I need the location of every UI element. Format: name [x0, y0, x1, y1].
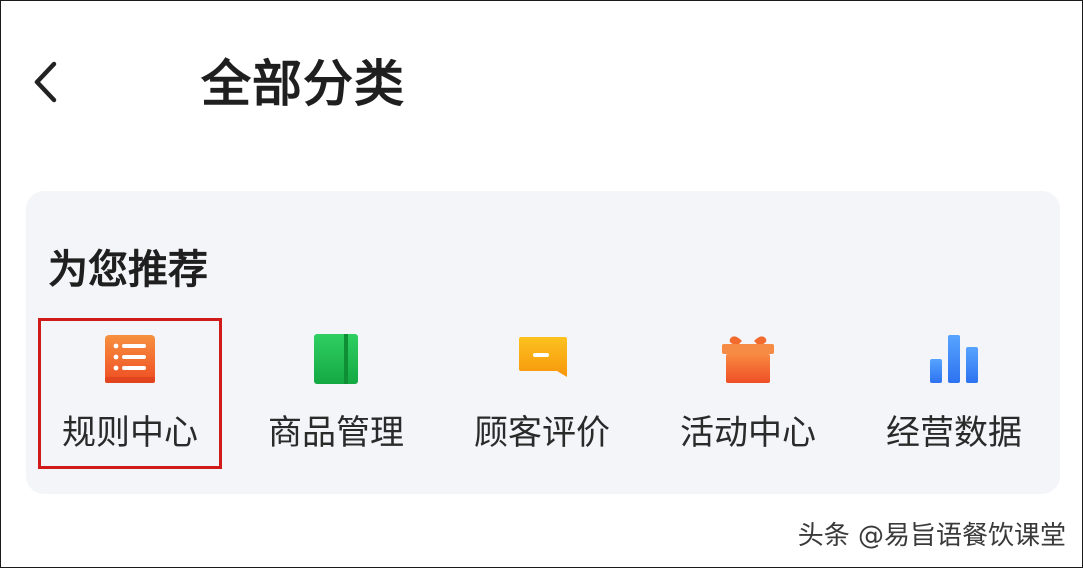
- category-item-label: 活动中心: [680, 413, 816, 453]
- product-book-icon: [314, 334, 358, 384]
- category-item-label: 经营数据: [886, 413, 1022, 453]
- back-button[interactable]: [25, 56, 65, 108]
- recommend-card: 为您推荐 规则中心 商品管理 顾客评价 活动中心 经营数据: [26, 191, 1060, 494]
- review-chat-icon: [519, 337, 567, 377]
- gift-icon: [722, 336, 774, 383]
- category-item-label: 顾客评价: [474, 413, 610, 453]
- rules-list-icon: [105, 335, 155, 383]
- category-item-product-management[interactable]: 商品管理: [246, 331, 426, 453]
- bar-chart-icon: [930, 335, 978, 383]
- category-item-label: 商品管理: [268, 413, 404, 453]
- category-item-activity-center[interactable]: 活动中心: [658, 331, 838, 453]
- category-item-label: 规则中心: [62, 413, 198, 453]
- category-item-customer-reviews[interactable]: 顾客评价: [452, 331, 632, 453]
- category-item-rules-center[interactable]: 规则中心: [40, 331, 220, 453]
- page: 全部分类 为您推荐 规则中心 商品管理 顾客评价 活动中心 经营数据 头条 @易…: [0, 0, 1083, 568]
- page-title: 全部分类: [201, 55, 405, 113]
- watermark: 头条 @易旨语餐饮课堂: [797, 521, 1066, 551]
- category-item-business-data[interactable]: 经营数据: [864, 331, 1044, 453]
- section-title: 为您推荐: [48, 247, 208, 293]
- chevron-left-icon: [34, 61, 57, 103]
